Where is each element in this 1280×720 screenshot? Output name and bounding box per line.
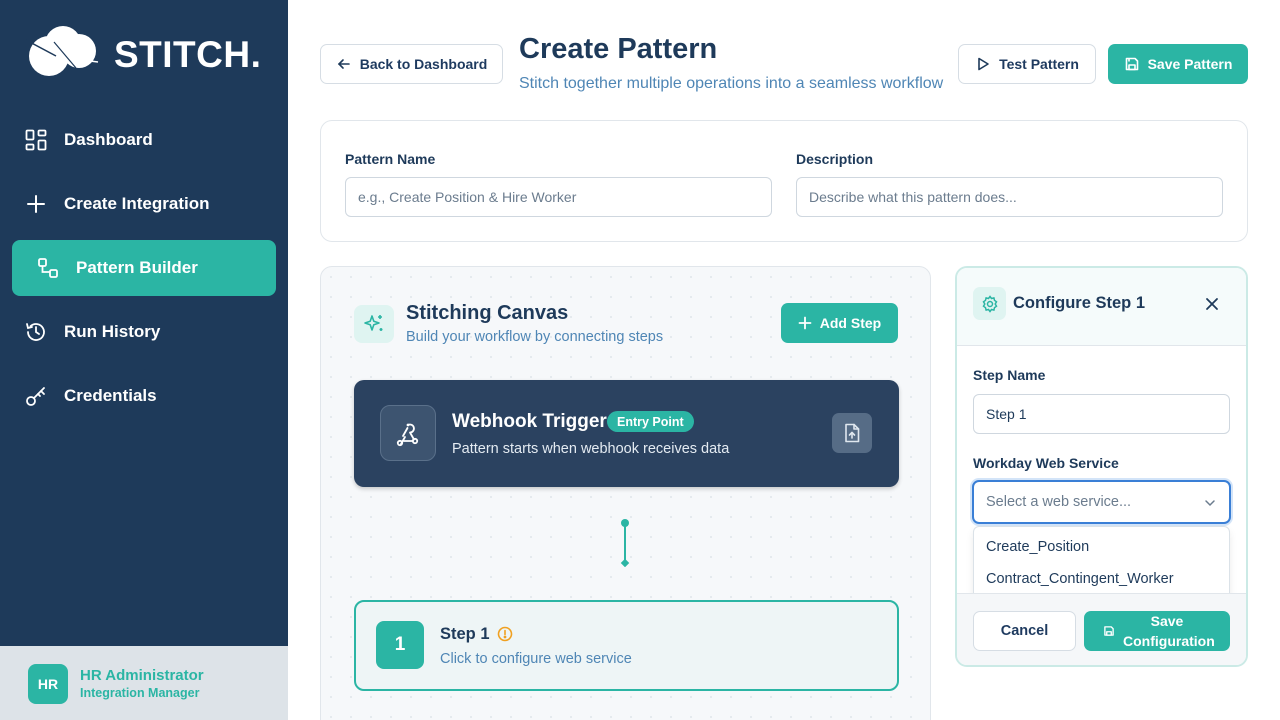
web-service-placeholder: Select a web service... (986, 494, 1132, 510)
key-icon (24, 384, 48, 408)
save-configuration-button[interactable]: Save Configuration (1084, 611, 1230, 651)
cancel-label: Cancel (1000, 623, 1049, 639)
dashboard-icon (24, 128, 48, 152)
pattern-details-card: Pattern Name Description (320, 120, 1248, 242)
sidebar-item-label: Run History (64, 322, 161, 341)
web-service-select[interactable]: Select a web service... (972, 480, 1231, 524)
sidebar-item-dashboard[interactable]: Dashboard (12, 112, 276, 168)
sidebar-item-label: Credentials (64, 386, 157, 405)
plus-icon (798, 316, 812, 330)
cancel-button[interactable]: Cancel (973, 611, 1076, 651)
webhook-icon (380, 405, 436, 461)
pattern-name-label: Pattern Name (345, 151, 436, 167)
web-service-options: Create_Position Contract_Contingent_Work… (973, 526, 1230, 596)
back-to-dashboard-button[interactable]: Back to Dashboard (320, 44, 503, 84)
description-input[interactable] (796, 177, 1223, 217)
step-number: 1 (376, 621, 424, 669)
config-panel-header: Configure Step 1 (957, 268, 1246, 346)
canvas-title: Stitching Canvas (406, 302, 569, 324)
warning-icon (497, 626, 513, 642)
test-button-label: Test Pattern (999, 56, 1079, 72)
plus-icon (24, 192, 48, 216)
sidebar-item-run-history[interactable]: Run History (12, 304, 276, 360)
page-title: Create Pattern (519, 33, 718, 65)
sidebar-item-credentials[interactable]: Credentials (12, 368, 276, 424)
trigger-title: Webhook Trigger (452, 411, 607, 432)
page-subtitle: Stitch together multiple operations into… (519, 75, 944, 92)
step-title: Step 1 (440, 625, 490, 643)
settings-icon (973, 287, 1006, 320)
config-panel-title: Configure Step 1 (1013, 294, 1146, 312)
sidebar: STITCH. Dashboard Create Integration Pat… (0, 0, 288, 720)
brand-logo[interactable]: STITCH. (26, 22, 266, 82)
config-panel-footer: Cancel Save Configuration (957, 593, 1246, 665)
step-card[interactable]: 1 Step 1 Click to configure web service (354, 600, 899, 691)
stitching-canvas: Stitching Canvas Build your workflow by … (320, 266, 931, 720)
step-description: Click to configure web service (440, 651, 632, 667)
web-service-label: Workday Web Service (973, 455, 1119, 471)
configure-step-panel: Configure Step 1 Step Name Workday Web S… (955, 266, 1248, 667)
trigger-description: Pattern starts when webhook receives dat… (452, 441, 730, 457)
add-step-button[interactable]: Add Step (781, 303, 898, 343)
save-button-label: Save Pattern (1147, 56, 1233, 72)
description-label: Description (796, 151, 874, 167)
pattern-icon (36, 256, 60, 280)
user-name: HR Administrator (80, 667, 204, 684)
dropdown-option[interactable]: Contract_Contingent_Worker (974, 563, 1229, 595)
cloud-logo-icon (26, 26, 99, 76)
save-pattern-button[interactable]: Save Pattern (1108, 44, 1248, 84)
close-icon (1206, 298, 1218, 310)
user-profile[interactable]: HR HR Administrator Integration Manager (0, 646, 288, 720)
entry-point-badge: Entry Point (607, 411, 694, 432)
step-name-input[interactable] (973, 394, 1230, 434)
back-button-label: Back to Dashboard (359, 56, 488, 72)
user-role: Integration Manager (80, 686, 200, 700)
avatar: HR (28, 664, 68, 704)
sidebar-item-pattern-builder[interactable]: Pattern Builder (12, 240, 276, 296)
play-icon (978, 57, 989, 71)
sidebar-item-label: Pattern Builder (76, 258, 198, 277)
sparkles-icon (354, 305, 394, 343)
brand-name: STITCH. (114, 34, 262, 75)
step-name-label: Step Name (973, 367, 1046, 383)
webhook-trigger-card[interactable]: Webhook Trigger Entry Point Pattern star… (354, 380, 899, 487)
step-connector (620, 519, 630, 567)
add-step-label: Add Step (819, 315, 882, 331)
chevron-down-icon (1205, 500, 1215, 507)
sidebar-item-create-integration[interactable]: Create Integration (12, 176, 276, 232)
sidebar-item-label: Create Integration (64, 194, 210, 213)
save-icon (1125, 57, 1138, 71)
test-pattern-button[interactable]: Test Pattern (958, 44, 1096, 84)
file-upload-icon (845, 423, 860, 443)
arrow-left-icon (337, 59, 350, 69)
pattern-name-input[interactable] (345, 177, 772, 217)
sidebar-item-label: Dashboard (64, 130, 153, 149)
save-icon (1104, 626, 1114, 636)
history-icon (24, 320, 48, 344)
close-button[interactable] (1200, 292, 1224, 316)
upload-file-button[interactable] (832, 413, 872, 453)
canvas-subtitle: Build your workflow by connecting steps (406, 329, 664, 345)
save-configuration-label: Save Configuration (1123, 613, 1215, 649)
dropdown-option[interactable]: Create_Position (974, 531, 1229, 563)
